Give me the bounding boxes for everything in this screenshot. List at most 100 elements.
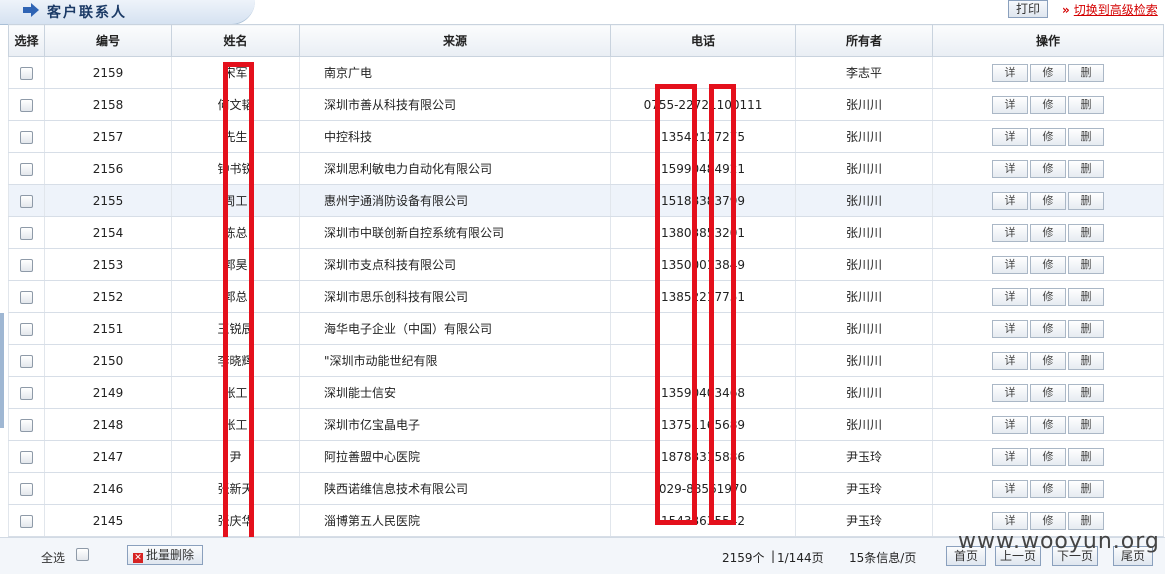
edit-button[interactable]: 修 (1030, 479, 1066, 498)
edit-button[interactable]: 修 (1030, 351, 1066, 370)
delete-button[interactable]: 删 (1068, 351, 1104, 370)
delete-button[interactable]: 删 (1068, 319, 1104, 338)
delete-button[interactable]: 删 (1068, 191, 1104, 210)
detail-button[interactable]: 详 (992, 319, 1028, 338)
detail-button[interactable]: 详 (992, 159, 1028, 178)
delete-button[interactable]: 删 (1068, 479, 1104, 498)
delete-button[interactable]: 删 (1068, 287, 1104, 306)
edit-button[interactable]: 修 (1030, 287, 1066, 306)
column-header-phone[interactable]: 电话 (610, 24, 796, 57)
detail-button[interactable]: 详 (992, 95, 1028, 114)
contact-id[interactable]: 2157 (44, 120, 172, 153)
column-header-name[interactable]: 姓名 (171, 24, 300, 57)
table-row[interactable]: 2156 钟书锐 深圳思利敏电力自动化有限公司 15990484921 张川川详修删 (8, 152, 1164, 185)
row-checkbox[interactable] (20, 194, 33, 208)
detail-button[interactable]: 详 (992, 447, 1028, 466)
contact-id[interactable]: 2147 (44, 440, 172, 473)
contact-id[interactable]: 2153 (44, 248, 172, 281)
edit-button[interactable]: 修 (1030, 415, 1066, 434)
contact-id[interactable]: 2150 (44, 344, 172, 377)
table-row[interactable]: 2152 郭总 深圳市思乐创科技有限公司 13852217751 张川川详修删 (8, 280, 1164, 313)
table-row[interactable]: 2150 李晓辉 "深圳市动能世纪有限 张川川详修删 (8, 344, 1164, 377)
row-checkbox[interactable] (20, 418, 33, 432)
edit-button[interactable]: 修 (1030, 319, 1066, 338)
delete-button[interactable]: 删 (1068, 159, 1104, 178)
edit-button[interactable]: 修 (1030, 223, 1066, 242)
contact-id[interactable]: 2159 (44, 56, 172, 89)
detail-button[interactable]: 详 (992, 479, 1028, 498)
table-row[interactable]: 2148 张工 深圳市亿宝晶电子 13751165689 张川川详修删 (8, 408, 1164, 441)
edit-button[interactable]: 修 (1030, 383, 1066, 402)
batch-delete-button[interactable]: ✕ 批量删除 (127, 545, 203, 565)
detail-button[interactable]: 详 (992, 287, 1028, 306)
edit-button[interactable]: 修 (1030, 63, 1066, 82)
delete-button[interactable]: 删 (1068, 415, 1104, 434)
row-checkbox[interactable] (20, 386, 33, 400)
table-row[interactable]: 2159 宋军 南京广电 李志平详修删 (8, 56, 1164, 89)
detail-button[interactable]: 详 (992, 255, 1028, 274)
contact-id[interactable]: 2158 (44, 88, 172, 121)
edit-button[interactable]: 修 (1030, 95, 1066, 114)
table-row[interactable]: 2158 何文韬 深圳市善从科技有限公司 0755-22721100111 张川川详修删 (8, 88, 1164, 121)
edit-button[interactable]: 修 (1030, 191, 1066, 210)
delete-button[interactable]: 删 (1068, 383, 1104, 402)
detail-button[interactable]: 详 (992, 127, 1028, 146)
delete-button[interactable]: 删 (1068, 223, 1104, 242)
contact-id[interactable]: 2149 (44, 376, 172, 409)
contact-id[interactable]: 2152 (44, 280, 172, 313)
row-checkbox[interactable] (20, 258, 33, 272)
row-checkbox[interactable] (20, 482, 33, 496)
row-checkbox[interactable] (20, 162, 33, 176)
left-panel-edge[interactable] (0, 313, 4, 428)
table-row[interactable]: 2149 张工 深圳能士信安 13590403468 张川川详修删 (8, 376, 1164, 409)
detail-button[interactable]: 详 (992, 383, 1028, 402)
column-header-owner[interactable]: 所有者 (795, 24, 933, 57)
delete-button[interactable]: 删 (1068, 255, 1104, 274)
row-checkbox[interactable] (20, 354, 33, 368)
column-header-id[interactable]: 编号 (44, 24, 172, 57)
contact-id[interactable]: 2155 (44, 184, 172, 217)
table-row[interactable]: 2146 张新天 陕西诺维信息技术有限公司 029-88561970 尹玉玲详修删 (8, 472, 1164, 505)
contact-id[interactable]: 2148 (44, 408, 172, 441)
table-row[interactable]: 2147 尹阿拉善盟中心医院 18783315886 尹玉玲详修删 (8, 440, 1164, 473)
row-checkbox[interactable] (20, 66, 33, 80)
contact-id[interactable]: 2154 (44, 216, 172, 249)
table-row[interactable]: 2151 王锐辰 海华电子企业（中国）有限公司 张川川详修删 (8, 312, 1164, 345)
detail-button[interactable]: 详 (992, 351, 1028, 370)
contact-id[interactable]: 2145 (44, 504, 172, 537)
detail-button[interactable]: 详 (992, 511, 1028, 530)
row-checkbox[interactable] (20, 226, 33, 240)
column-header-actions: 操作 (932, 24, 1164, 57)
row-checkbox[interactable] (20, 130, 33, 144)
delete-button[interactable]: 删 (1068, 511, 1104, 530)
delete-button[interactable]: 删 (1068, 127, 1104, 146)
edit-button[interactable]: 修 (1030, 255, 1066, 274)
table-row[interactable]: 2157 先生 中控科技 13542127275 张川川详修删 (8, 120, 1164, 153)
row-checkbox[interactable] (20, 98, 33, 112)
delete-button[interactable]: 删 (1068, 63, 1104, 82)
row-checkbox[interactable] (20, 290, 33, 304)
row-checkbox[interactable] (20, 514, 33, 528)
contact-id[interactable]: 2146 (44, 472, 172, 505)
edit-button[interactable]: 修 (1030, 127, 1066, 146)
edit-button[interactable]: 修 (1030, 511, 1066, 530)
column-header-source[interactable]: 来源 (299, 24, 611, 57)
detail-button[interactable]: 详 (992, 63, 1028, 82)
row-checkbox[interactable] (20, 450, 33, 464)
contact-id[interactable]: 2151 (44, 312, 172, 345)
delete-button[interactable]: 删 (1068, 95, 1104, 114)
edit-button[interactable]: 修 (1030, 159, 1066, 178)
detail-button[interactable]: 详 (992, 415, 1028, 434)
print-button[interactable]: 打印 (1008, 0, 1048, 18)
select-all-checkbox[interactable] (76, 548, 89, 561)
table-row[interactable]: 2155 周工 惠州宇通消防设备有限公司 15188383799 张川川详修删 (8, 184, 1164, 217)
delete-button[interactable]: 删 (1068, 447, 1104, 466)
contact-id[interactable]: 2156 (44, 152, 172, 185)
row-checkbox[interactable] (20, 322, 33, 336)
detail-button[interactable]: 详 (992, 191, 1028, 210)
edit-button[interactable]: 修 (1030, 447, 1066, 466)
table-row[interactable]: 2153 郭昊 深圳市支点科技有限公司 13500013849 张川川详修删 (8, 248, 1164, 281)
table-row[interactable]: 2154 陈总 深圳市中联创新自控系统有限公司 13803853201 张川川详修删 (8, 216, 1164, 249)
detail-button[interactable]: 详 (992, 223, 1028, 242)
advanced-search-link[interactable]: » 切换到高级检索 (1062, 1, 1158, 18)
